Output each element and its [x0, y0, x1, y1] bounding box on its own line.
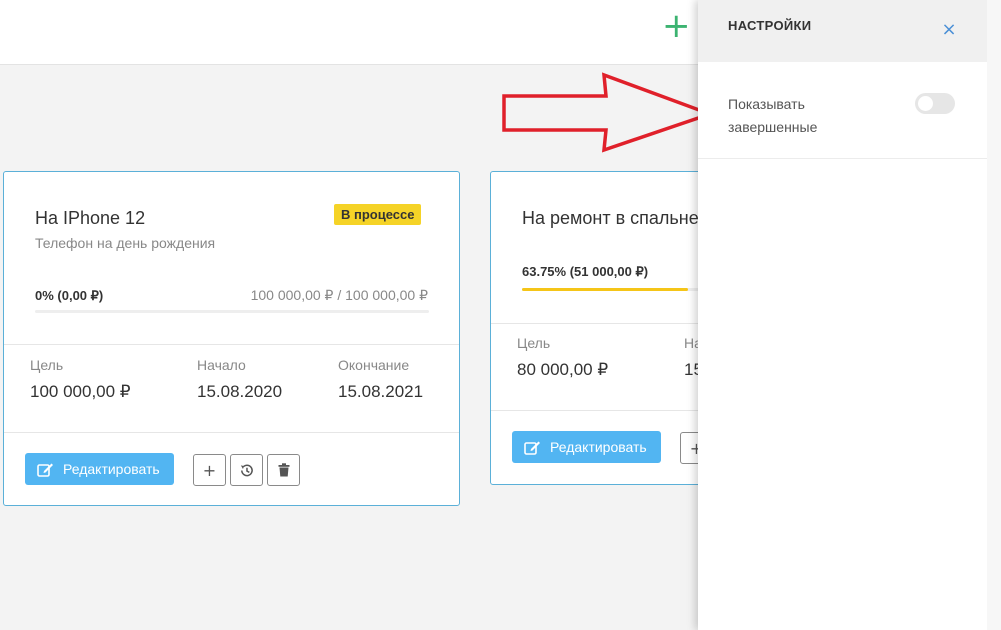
progress-bar — [35, 310, 429, 313]
divider — [491, 323, 729, 324]
plus-icon: + — [202, 460, 217, 480]
card-subtitle: Телефон на день рождения — [35, 235, 216, 251]
divider — [491, 410, 729, 411]
goal-card: На IPhone 12 В процессе Телефон на день … — [3, 171, 460, 506]
stat-value-goal: 80 000,00 ₽ — [517, 360, 609, 379]
history-icon — [239, 463, 254, 478]
page-edge — [987, 0, 1001, 630]
stat-label-end: Окончание — [338, 357, 410, 373]
divider — [4, 432, 459, 433]
edit-icon — [37, 462, 54, 477]
delete-button[interactable] — [267, 454, 300, 486]
settings-panel-header: НАСТРОЙКИ × — [698, 0, 987, 62]
edit-button[interactable]: Редактировать — [512, 431, 661, 463]
stat-value-goal: 100 000,00 ₽ — [30, 382, 131, 401]
edit-icon — [524, 440, 541, 455]
divider — [4, 344, 459, 345]
stat-label-start: Начало — [197, 357, 246, 373]
stat-value-start: 15.08.2020 — [197, 382, 283, 401]
card-title: На ремонт в спальне — [522, 208, 699, 228]
trash-icon — [278, 463, 290, 477]
divider — [698, 158, 987, 159]
stat-value-end: 15.08.2021 — [338, 382, 424, 401]
status-badge: В процессе — [334, 204, 422, 225]
show-completed-label: Показывать завершенные — [728, 96, 818, 135]
settings-panel: НАСТРОЙКИ × Показывать завершенные — [698, 0, 987, 630]
annotation-arrow — [502, 72, 716, 153]
edit-button-label: Редактировать — [63, 461, 160, 477]
settings-panel-title: НАСТРОЙКИ — [728, 18, 812, 33]
goal-card: На ремонт в спальне 63.75% (51 000,00 ₽)… — [490, 171, 730, 485]
card-title: На IPhone 12 — [35, 208, 146, 228]
close-icon[interactable]: × — [941, 19, 957, 40]
add-amount-button[interactable]: + — [193, 454, 226, 486]
edit-button[interactable]: Редактировать — [25, 453, 174, 485]
history-button[interactable] — [230, 454, 263, 486]
stat-label-goal: Цель — [517, 335, 551, 351]
add-goal-button[interactable]: + — [662, 9, 691, 43]
toggle-knob — [918, 96, 933, 111]
progress-text: 0% (0,00 ₽) — [35, 288, 104, 303]
progress-bar-fill — [522, 288, 688, 291]
edit-button-label: Редактировать — [550, 439, 647, 455]
progress-total: 100 000,00 ₽ / 100 000,00 ₽ — [250, 287, 428, 303]
show-completed-toggle[interactable] — [915, 93, 955, 114]
stat-label-goal: Цель — [30, 357, 64, 373]
progress-text: 63.75% (51 000,00 ₽) — [522, 264, 649, 279]
